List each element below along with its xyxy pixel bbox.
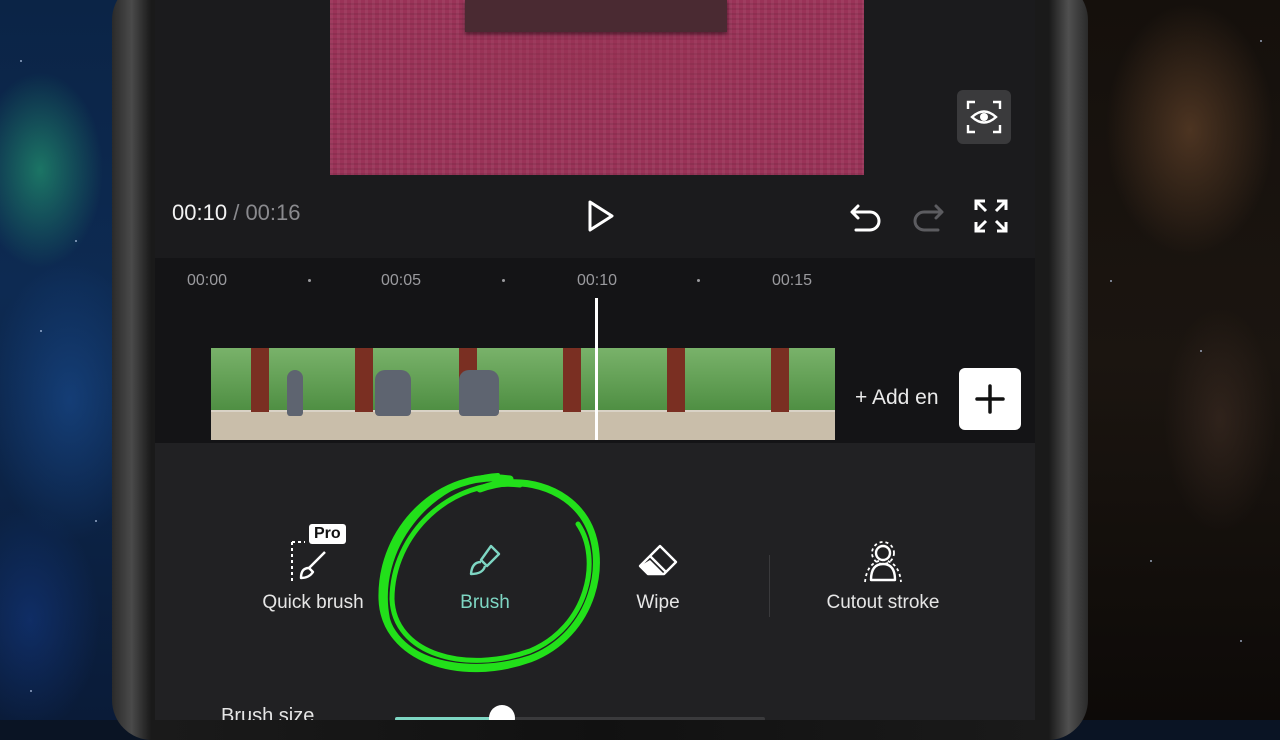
- undo-icon: [850, 204, 881, 232]
- playhead[interactable]: [595, 298, 598, 440]
- brush-size-slider-knob[interactable]: [489, 705, 516, 720]
- tool-divider: [769, 555, 770, 617]
- clip-thumbnail: [419, 348, 523, 440]
- undo-button[interactable]: [848, 198, 884, 234]
- redo-icon: [913, 204, 944, 232]
- timeline-tick: 00:05: [381, 272, 422, 289]
- plus-icon: [975, 384, 1005, 414]
- video-preview: [330, 0, 864, 175]
- clip-thumbnail: [523, 348, 627, 440]
- preview-overlay-box: [465, 0, 727, 32]
- timeline[interactable]: 00:00 00:05 00:10 00:15 + Add en: [155, 258, 1035, 443]
- add-ending-label[interactable]: + Add en: [855, 386, 939, 410]
- play-button[interactable]: [580, 196, 620, 236]
- quick-brush-tool[interactable]: Quick brush: [233, 538, 393, 614]
- playback-time: 00:10 / 00:16: [172, 200, 301, 226]
- clip-thumbnail: [627, 348, 731, 440]
- fullscreen-button[interactable]: [971, 196, 1011, 236]
- brush-size-label: Brush size: [221, 705, 315, 720]
- eye-icon: [966, 100, 1002, 134]
- timeline-tick: 00:10: [577, 272, 618, 289]
- timeline-dot: [502, 279, 505, 282]
- cutout-stroke-label: Cutout stroke: [826, 592, 940, 613]
- tool-panel: Quick brush Pro Brush Wipe Cutout stroke…: [155, 443, 1035, 720]
- preview-toggle-button[interactable]: [957, 90, 1011, 144]
- quick-brush-icon: [291, 541, 326, 582]
- cutout-person-icon: [864, 541, 902, 583]
- current-time: 00:10: [172, 200, 228, 225]
- redo-button[interactable]: [910, 198, 946, 234]
- wipe-tool[interactable]: Wipe: [578, 538, 738, 614]
- eraser-icon: [638, 544, 678, 576]
- play-icon: [588, 200, 614, 232]
- pro-badge: Pro: [309, 524, 346, 544]
- timeline-tick: 00:00: [187, 272, 228, 289]
- brush-icon: [469, 544, 501, 576]
- cutout-stroke-tool[interactable]: Cutout stroke: [803, 538, 963, 614]
- time-separator: /: [233, 200, 240, 225]
- brush-label: Brush: [460, 592, 510, 613]
- clip-thumbnail: [211, 348, 315, 440]
- brush-tool[interactable]: Brush: [405, 538, 565, 614]
- fullscreen-icon: [974, 199, 1008, 233]
- editor-screen: 00:10 / 00:16 00:00 00:05 00:10 00:15 + …: [155, 0, 1035, 720]
- wipe-label: Wipe: [636, 592, 680, 613]
- total-time: 00:16: [245, 200, 301, 225]
- quick-brush-label: Quick brush: [262, 592, 364, 613]
- clip-thumbnail: [731, 348, 835, 440]
- video-clip[interactable]: [211, 348, 835, 440]
- timeline-tick: 00:15: [772, 272, 813, 289]
- clip-thumbnail: [315, 348, 419, 440]
- timeline-dot: [308, 279, 311, 282]
- add-clip-button[interactable]: [959, 368, 1021, 430]
- timeline-dot: [697, 279, 700, 282]
